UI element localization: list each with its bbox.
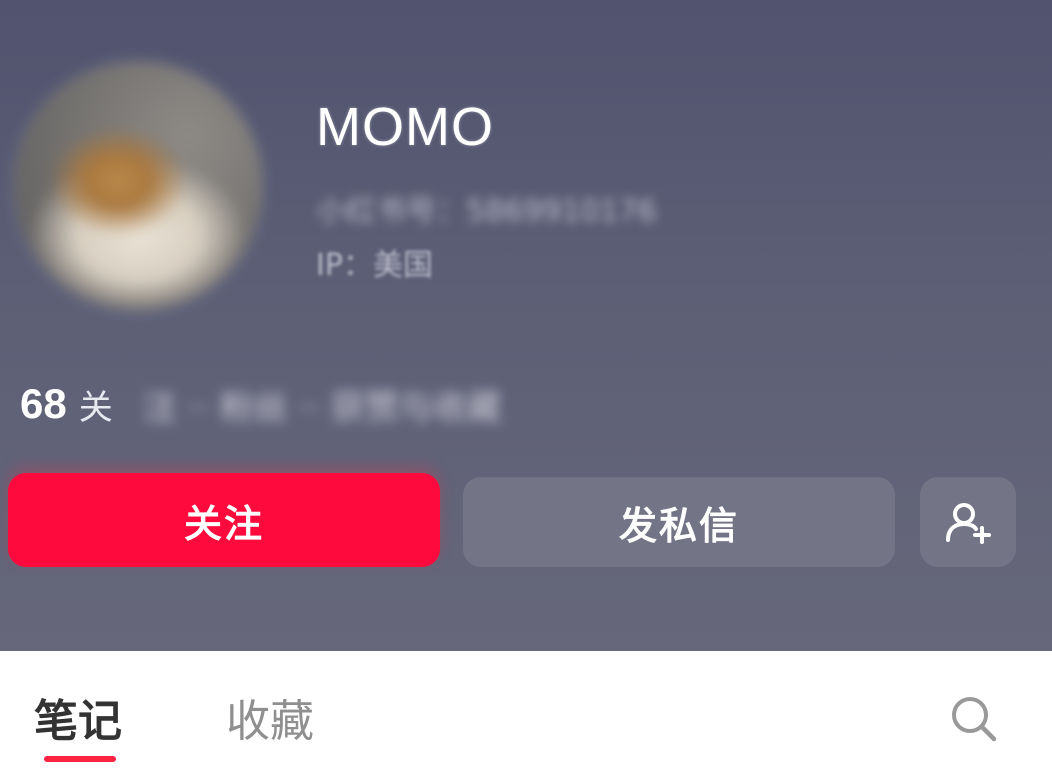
tab-favorites[interactable]: 收藏 bbox=[226, 685, 314, 749]
stats-blurred: 注 ·· 粉丝 ·· 获赞与收藏 bbox=[142, 387, 502, 428]
profile-stats: 68 关 注 ·· 粉丝 ·· 获赞与收藏 bbox=[20, 376, 501, 432]
search-icon[interactable] bbox=[946, 691, 1002, 747]
add-friend-button[interactable] bbox=[920, 477, 1016, 567]
user-id: 小红书号：5869910176 bbox=[316, 194, 657, 229]
add-user-icon bbox=[946, 503, 991, 544]
username: MOMO bbox=[316, 97, 494, 157]
send-message-button[interactable]: 发私信 bbox=[463, 477, 895, 567]
profile-header: MOMO 小红书号：5869910176 IP：美国 68 关 注 ·· 粉丝 … bbox=[0, 0, 1052, 651]
following-label: 关 bbox=[78, 387, 113, 428]
follow-button[interactable]: 关注 bbox=[8, 473, 440, 567]
active-tab-indicator bbox=[44, 756, 116, 762]
content-tab-bar: 笔记 收藏 bbox=[0, 651, 1052, 772]
ip-location: IP：美国 bbox=[316, 248, 433, 283]
following-count[interactable]: 68 bbox=[20, 380, 67, 428]
avatar[interactable] bbox=[14, 62, 262, 310]
tab-notes[interactable]: 笔记 bbox=[34, 685, 122, 749]
